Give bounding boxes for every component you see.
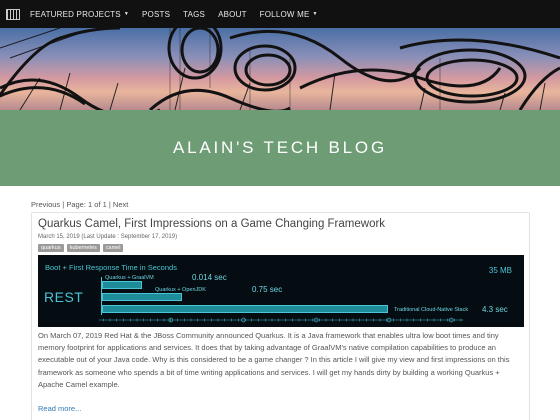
pagination-page-text: Page: 1 of 1: [66, 200, 107, 209]
menu-brand-icon[interactable]: [6, 8, 20, 20]
top-navbar: FEATURED PROJECTS ▼ POSTS TAGS ABOUT FOL…: [0, 0, 560, 28]
nav-about-label: ABOUT: [218, 9, 247, 19]
read-more-link[interactable]: Read more...: [38, 404, 81, 413]
nav-about[interactable]: ABOUT: [218, 10, 247, 19]
banner-bar-traditional-label: Traditional Cloud-Native Stack: [394, 307, 469, 313]
post-date: March 15, 2019 (Last Update : September …: [38, 234, 178, 240]
nav-follow-me-label: FOLLOW ME: [259, 9, 310, 19]
roller-coaster-silhouette: [0, 28, 560, 110]
caret-down-icon: ▼: [312, 11, 318, 17]
nav-posts[interactable]: POSTS: [142, 10, 170, 19]
banner-bar-openjdk-label: Quarkus + OpenJDK: [155, 287, 206, 293]
banner-title: Boot + First Response Time in Seconds: [45, 263, 177, 272]
pagination-next[interactable]: Next: [113, 200, 128, 209]
banner-bar-graalvm-value: 0.014 sec: [192, 273, 227, 282]
pagination-previous[interactable]: Previous: [31, 200, 60, 209]
tag-quarkus[interactable]: quarkus: [38, 244, 64, 252]
site-title-band: ALAIN'S TECH BLOG: [0, 110, 560, 186]
tag-camel[interactable]: camel: [102, 244, 124, 252]
banner-bar-graalvm-label: Quarkus + GraalVM: [105, 275, 154, 281]
banner-bar-traditional: [102, 305, 388, 313]
banner-bar-graalvm: [102, 281, 142, 289]
banner-row-label: REST: [44, 289, 84, 305]
banner-memory-label: 35 MB: [488, 266, 512, 275]
nav-posts-label: POSTS: [141, 9, 171, 19]
banner-scale-ruler: [98, 317, 464, 323]
post-banner-image: Boot + First Response Time in Seconds 35…: [38, 255, 524, 327]
tag-kubernetes[interactable]: kubernetes: [66, 244, 100, 252]
post-excerpt: On March 07, 2019 Red Hat & the JBoss Co…: [38, 331, 510, 389]
nav-follow-me[interactable]: FOLLOW ME ▼: [260, 10, 318, 19]
nav-tags-label: TAGS: [183, 9, 206, 19]
hero-image: [0, 28, 560, 110]
banner-bar-openjdk-value: 0.75 sec: [252, 285, 283, 294]
nav-featured-projects[interactable]: FEATURED PROJECTS ▼: [30, 10, 129, 19]
banner-bar-traditional-value: 4.3 sec: [482, 305, 508, 314]
post-tags: quarkus kubernetes camel: [38, 244, 124, 252]
nav-tags[interactable]: TAGS: [183, 10, 205, 19]
post-card: Quarkus Camel, First Impressions on a Ga…: [31, 212, 530, 420]
caret-down-icon: ▼: [123, 11, 129, 17]
pagination: Previous | Page: 1 of 1 | Next: [31, 200, 128, 209]
site-title: ALAIN'S TECH BLOG: [173, 138, 387, 157]
nav-featured-projects-label: FEATURED PROJECTS: [30, 9, 121, 19]
banner-bar-openjdk: [102, 293, 182, 301]
post-title[interactable]: Quarkus Camel, First Impressions on a Ga…: [38, 218, 385, 230]
